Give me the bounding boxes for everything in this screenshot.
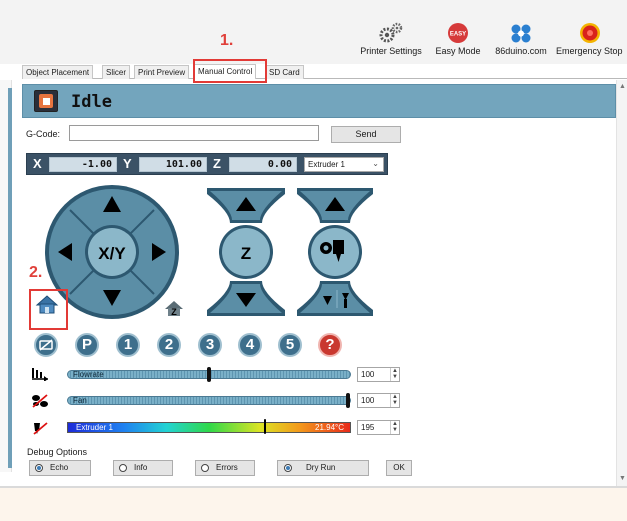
x-position-value: -1.00 <box>49 157 117 172</box>
dry-run-radio[interactable] <box>284 464 292 472</box>
86duino-button[interactable]: 86duino.com <box>489 22 553 56</box>
z-jog-column: Z <box>207 188 285 316</box>
extruder-temp-thumb[interactable] <box>264 419 266 434</box>
emergency-stop-icon <box>580 23 600 43</box>
errors-label: Errors <box>216 463 238 472</box>
fan-slider[interactable]: Fan <box>67 393 351 408</box>
preset-1-button[interactable]: 1 <box>116 333 140 357</box>
coordinate-bar: X -1.00 Y 101.00 Z 0.00 Extruder 1 ⌄ <box>26 153 388 175</box>
extruder-select[interactable]: Extruder 1 ⌄ <box>304 157 384 172</box>
send-button[interactable]: Send <box>331 126 401 143</box>
highlight-home-button <box>29 289 68 330</box>
emergency-stop-button[interactable]: Emergency Stop <box>556 22 627 56</box>
debug-errors-button[interactable]: Errors <box>195 460 255 476</box>
info-label: Info <box>134 463 148 472</box>
tab-bar: Object Placement Slicer Print Preview Ma… <box>22 64 627 79</box>
fan-spinner[interactable]: 100 ▲ ▼ <box>357 393 400 408</box>
gears-icon <box>379 22 403 43</box>
tab-sd-card[interactable]: SD Card <box>265 65 304 79</box>
easy-mode-button[interactable]: EASY Easy Mode <box>431 22 485 56</box>
printer-status-text: Idle <box>71 92 112 112</box>
fan-label: Fan <box>73 396 87 405</box>
xy-label: X/Y <box>98 244 126 263</box>
gcode-label: G-Code: <box>26 129 61 139</box>
86duino-logo-icon <box>511 24 531 43</box>
printer-settings-button[interactable]: Printer Settings <box>355 22 427 56</box>
86duino-label: 86duino.com <box>495 46 547 56</box>
fan-slider-thumb[interactable] <box>346 393 350 408</box>
preset-p-button[interactable]: P <box>75 333 99 357</box>
flowrate-label: Flowrate <box>73 370 104 379</box>
debug-info-button[interactable]: Info <box>113 460 173 476</box>
svg-text:EASY: EASY <box>450 32 466 38</box>
flowrate-slider[interactable]: Flowrate <box>67 367 351 382</box>
disable-motors-icon <box>39 339 53 351</box>
emergency-stop-label: Emergency Stop <box>556 46 623 56</box>
debug-dry-run-button[interactable]: Dry Run <box>277 460 369 476</box>
dry-run-label: Dry Run <box>306 463 336 472</box>
vertical-scrollbar[interactable]: ▲ ▼ <box>616 80 627 486</box>
tab-object-placement[interactable]: Object Placement <box>22 65 94 79</box>
z-position-value: 0.00 <box>229 157 297 172</box>
annotation-step-1: 1. <box>220 32 234 49</box>
echo-radio[interactable] <box>35 464 43 472</box>
tab-print-preview[interactable]: Print Preview <box>134 65 190 79</box>
easy-mode-label: Easy Mode <box>435 46 481 56</box>
y-position-value: 101.00 <box>139 157 207 172</box>
home-z-button[interactable]: Z <box>165 301 183 317</box>
top-toolbar: Printer Settings EASY Easy Mode 86duino.… <box>0 0 627 64</box>
errors-radio[interactable] <box>201 464 209 472</box>
extruder-temp-slider[interactable]: Extruder 1 21.94°C <box>67 419 351 434</box>
extruder-temp-target: 195 <box>361 423 375 432</box>
fan-value: 100 <box>361 396 375 405</box>
scroll-up-icon[interactable]: ▲ <box>619 83 626 90</box>
scroll-down-icon[interactable]: ▼ <box>619 475 626 482</box>
printer-status-icon <box>34 90 58 112</box>
extruder-temp-label: Extruder 1 <box>76 423 113 432</box>
chevron-down-icon: ⌄ <box>372 159 379 168</box>
spinner-arrows-icon[interactable]: ▲ ▼ <box>390 394 399 407</box>
gcode-input[interactable] <box>69 125 319 141</box>
easy-badge-icon: EASY <box>448 23 468 43</box>
debug-ok-button[interactable]: OK <box>386 460 412 476</box>
y-axis-label: Y <box>123 156 132 171</box>
preset-4-button[interactable]: 4 <box>238 333 262 357</box>
preset-5-button[interactable]: 5 <box>278 333 302 357</box>
spinner-arrows-icon[interactable]: ▲ ▼ <box>390 421 399 434</box>
fan-icon <box>32 394 48 408</box>
spinner-arrows-icon[interactable]: ▲ ▼ <box>390 368 399 381</box>
extruder-select-value: Extruder 1 <box>308 160 345 169</box>
echo-label: Echo <box>50 463 69 472</box>
flowrate-icon <box>32 368 48 381</box>
debug-echo-button[interactable]: Echo <box>29 460 91 476</box>
highlight-manual-control <box>193 59 267 83</box>
tab-slicer[interactable]: Slicer <box>102 65 131 79</box>
extruder-current-temp: 21.94°C <box>315 423 344 432</box>
extruder-jog-column <box>297 188 373 316</box>
x-axis-label: X <box>33 156 42 171</box>
annotation-step-2: 2. <box>29 264 43 281</box>
debug-options-title: Debug Options <box>27 447 88 457</box>
flowrate-value: 100 <box>361 370 375 379</box>
help-button[interactable]: ? <box>318 333 342 357</box>
preset-2-button[interactable]: 2 <box>157 333 181 357</box>
z-axis-label: Z <box>213 156 221 171</box>
home-z-label: Z <box>171 307 177 317</box>
z-label: Z <box>241 244 251 263</box>
flowrate-slider-thumb[interactable] <box>207 367 211 382</box>
flowrate-spinner[interactable]: 100 ▲ ▼ <box>357 367 400 382</box>
info-radio[interactable] <box>119 464 127 472</box>
footer-area <box>0 488 627 521</box>
preset-disable-button[interactable] <box>34 333 58 357</box>
preset-3-button[interactable]: 3 <box>198 333 222 357</box>
printer-status-bar: Idle <box>22 84 616 118</box>
extruder-temp-icon <box>33 422 48 435</box>
extruder-temp-spinner[interactable]: 195 ▲ ▼ <box>357 420 400 435</box>
printer-settings-label: Printer Settings <box>360 46 422 56</box>
